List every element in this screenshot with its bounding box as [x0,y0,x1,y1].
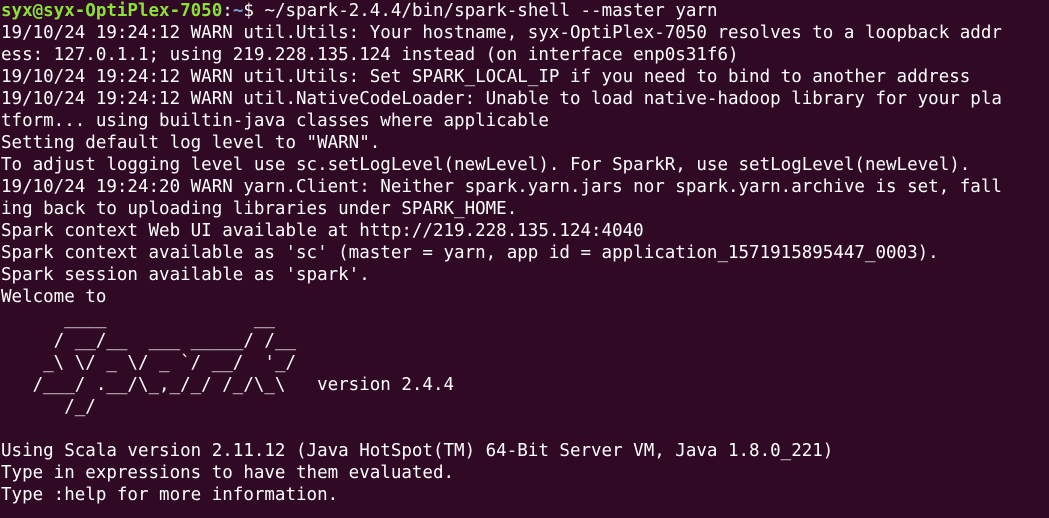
output-line: Spark context Web UI available at http:/… [1,221,644,241]
output-line: tform... using builtin-java classes wher… [1,111,549,131]
spark-logo-line: ____ __ [1,309,275,329]
output-line: Type in expressions to have them evaluat… [1,463,455,483]
output-line: To adjust logging level use sc.setLogLev… [1,155,971,175]
spark-logo-line: /___/ .__/\_,_/_/ /_/\_\ version 2.4.4 [1,375,455,395]
output-line: ing back to uploading libraries under SP… [1,199,518,219]
output-line: 19/10/24 19:24:12 WARN util.NativeCodeLo… [1,89,1002,109]
output-line: Setting default log level to "WARN". [1,133,381,153]
terminal-window[interactable]: syx@syx-OptiPlex-7050:~$ ~/spark-2.4.4/b… [0,0,1049,518]
output-line: 19/10/24 19:24:12 WARN util.Utils: Your … [1,23,1002,43]
output-line: Using Scala version 2.11.12 (Java HotSpo… [1,441,834,461]
output-line: 19/10/24 19:24:20 WARN yarn.Client: Neit… [1,177,1002,197]
output-line: Spark session available as 'spark'. [1,265,370,285]
output-line: Type :help for more information. [1,485,339,505]
output-line: ess: 127.0.1.1; using 219.228.135.124 in… [1,45,739,65]
output-line: 19/10/24 19:24:12 WARN util.Utils: Set S… [1,67,971,87]
output-line: Welcome to [1,287,107,307]
prompt-user-host: syx@syx-OptiPlex-7050 [1,1,223,21]
spark-logo-line: /_/ [1,397,96,417]
spark-logo-line: / __/__ ___ _____/ /__ [1,331,297,351]
output-line: Spark context available as 'sc' (master … [1,243,939,263]
prompt-symbol: $ [243,1,265,21]
command-text: ~/spark-2.4.4/bin/spark-shell --master y… [264,1,718,21]
prompt-separator: : [222,1,233,21]
prompt-path: ~ [232,1,244,21]
spark-logo-line: _\ \/ _ \/ _ `/ __/ '_/ [1,353,297,373]
command-prompt-line: syx@syx-OptiPlex-7050:~$ ~/spark-2.4.4/b… [1,0,1049,22]
